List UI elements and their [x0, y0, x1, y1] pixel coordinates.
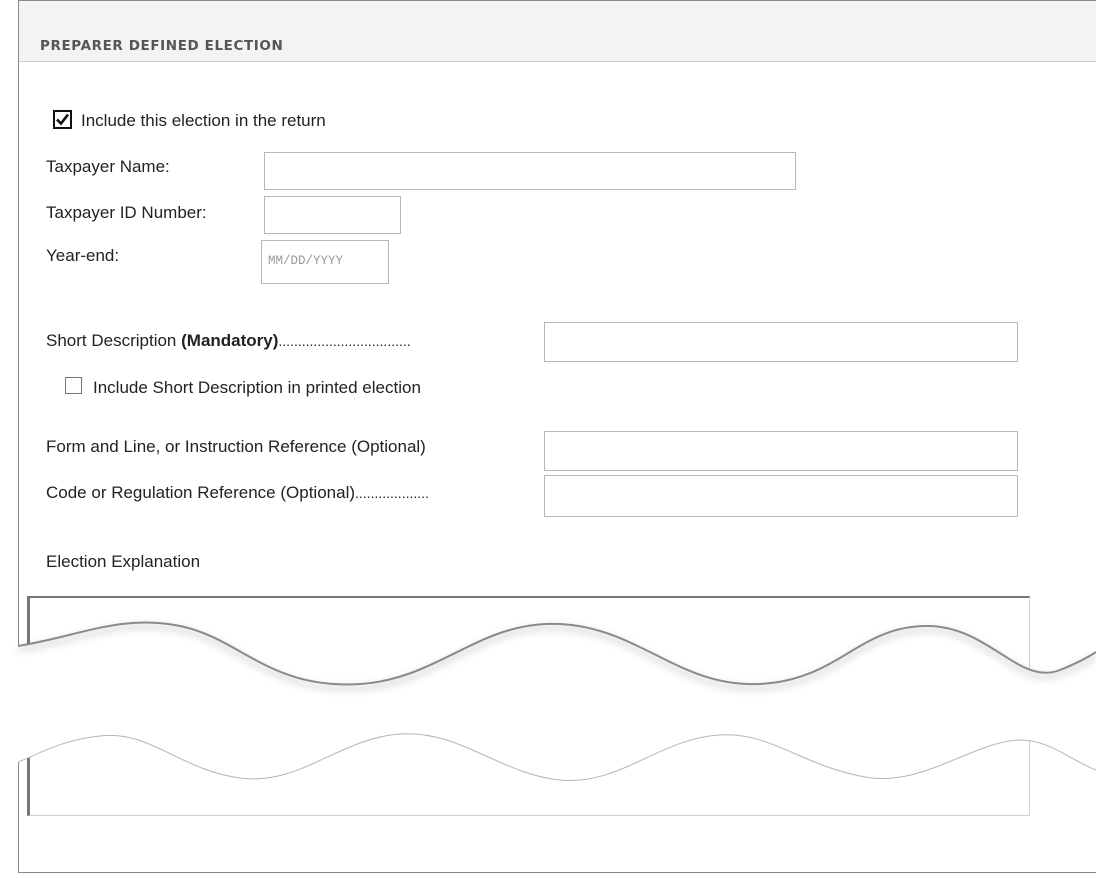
- page-break-illustration: [17, 621, 1096, 781]
- torn-gap: [18, 622, 1096, 781]
